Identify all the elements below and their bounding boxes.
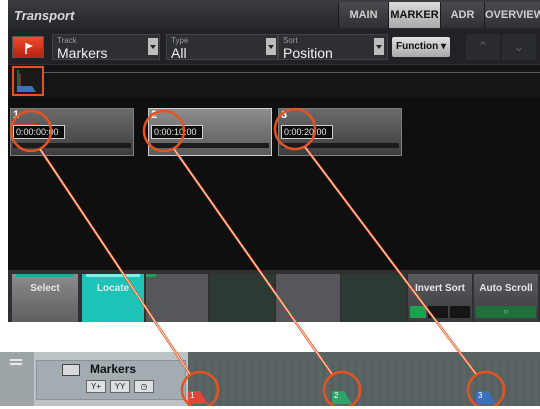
callout-circle-4	[180, 370, 220, 406]
callout-circle-3	[273, 107, 317, 151]
callout-circle-2	[142, 109, 186, 153]
callout-circle-1	[9, 109, 53, 153]
callout-circle-5	[322, 370, 362, 406]
callout-circle-6	[466, 370, 506, 406]
callout-overlay	[9, 107, 506, 406]
